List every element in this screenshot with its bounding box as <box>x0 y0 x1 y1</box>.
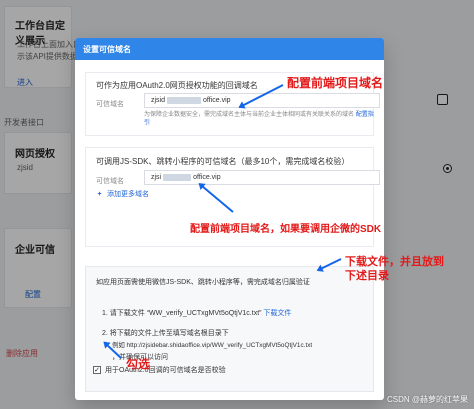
plus-icon: + <box>97 191 102 198</box>
oauth-help-text: 为保障企业数据安全，需完成域名主体与当前企业主体相同或有关联关系的域名 配置指引 <box>144 111 379 127</box>
oauth-verify-checkbox[interactable]: ✓ <box>93 366 101 374</box>
modal-title: 设置可信域名 <box>83 44 131 54</box>
masked-domain-segment <box>167 97 202 104</box>
annotation-download-file-line-2: 下述目录 <box>345 270 389 282</box>
oauth-verify-label: 用于OAuth2.0回调的可信域名是否校验 <box>105 367 226 374</box>
annotation-checkbox: 勾选 <box>126 357 151 371</box>
annotation-download-file: 下载文件，并且放到 下述目录 <box>345 255 444 283</box>
download-file-link[interactable]: 下载文件 <box>263 310 291 317</box>
jssdk-domain-label: 可信域名 <box>96 178 124 185</box>
oauth-domain-label: 可信域名 <box>96 101 124 108</box>
upload-step-line-2: 例如 http://zjsidebar.shidaoffice.vip/WW_v… <box>112 342 313 349</box>
annotation-download-file-line-1: 下载文件，并且放到 <box>345 256 444 268</box>
annotation-domain-2: 配置前端项目域名，如果要调用企微的SDK <box>190 224 382 235</box>
upload-step-line-1: 2. 将下载的文件上传至填写域名根目录下 <box>102 330 229 337</box>
watermark: CSDN @赫萝的红苹果 <box>386 395 468 404</box>
oauth-section-title: 可作为应用OAuth2.0网页授权功能的回调域名 <box>96 81 258 90</box>
masked-domain-segment-2 <box>163 174 192 181</box>
download-step-text: 1. 请下载文件 “WW_verify_UCTxgMVt5oQtjV1c.txt… <box>102 310 262 317</box>
annotation-domain-1: 配置前端项目域名 <box>287 76 384 90</box>
oauth-help-full: 为保障企业数据安全，需完成域名主体与当前企业主体相同或有关联关系的域名 <box>144 112 355 118</box>
oauth-domain-suffix: office.vip <box>203 97 231 104</box>
verification-title: 如应用页面需使用微信JS-SDK、跳转小程序等，需完成域名归属验证 <box>96 279 310 286</box>
jssdk-section-title: 可调用JS-SDK、跳转小程序的可信域名（最多10个，需完成域名校验） <box>96 157 350 166</box>
add-domain-link[interactable]: + 添加更多域名 <box>96 189 149 199</box>
add-domain-text: 添加更多域名 <box>106 191 149 198</box>
download-step-line: 1. 请下载文件 “WW_verify_UCTxgMVt5oQtjV1c.txt… <box>102 308 291 318</box>
jssdk-domain-suffix: office.vip <box>193 174 221 181</box>
jssdk-domain-input[interactable]: zjsi office.vip <box>144 170 380 185</box>
workspace-page: 工作台自定义展示 工作台上面加入口图 示该API提供数据 进入 开发者接口 网页… <box>0 0 474 409</box>
trusted-domain-modal: 设置可信域名 可作为应用OAuth2.0网页授权功能的回调域名 可信域名 zjs… <box>75 38 384 400</box>
oauth-verify-checkbox-row[interactable]: ✓ 用于OAuth2.0回调的可信域名是否校验 <box>93 365 226 375</box>
jssdk-domain-prefix: zjsi <box>151 174 162 181</box>
oauth-domain-prefix: zjsid <box>151 97 166 104</box>
modal-header: 设置可信域名 <box>75 38 384 60</box>
